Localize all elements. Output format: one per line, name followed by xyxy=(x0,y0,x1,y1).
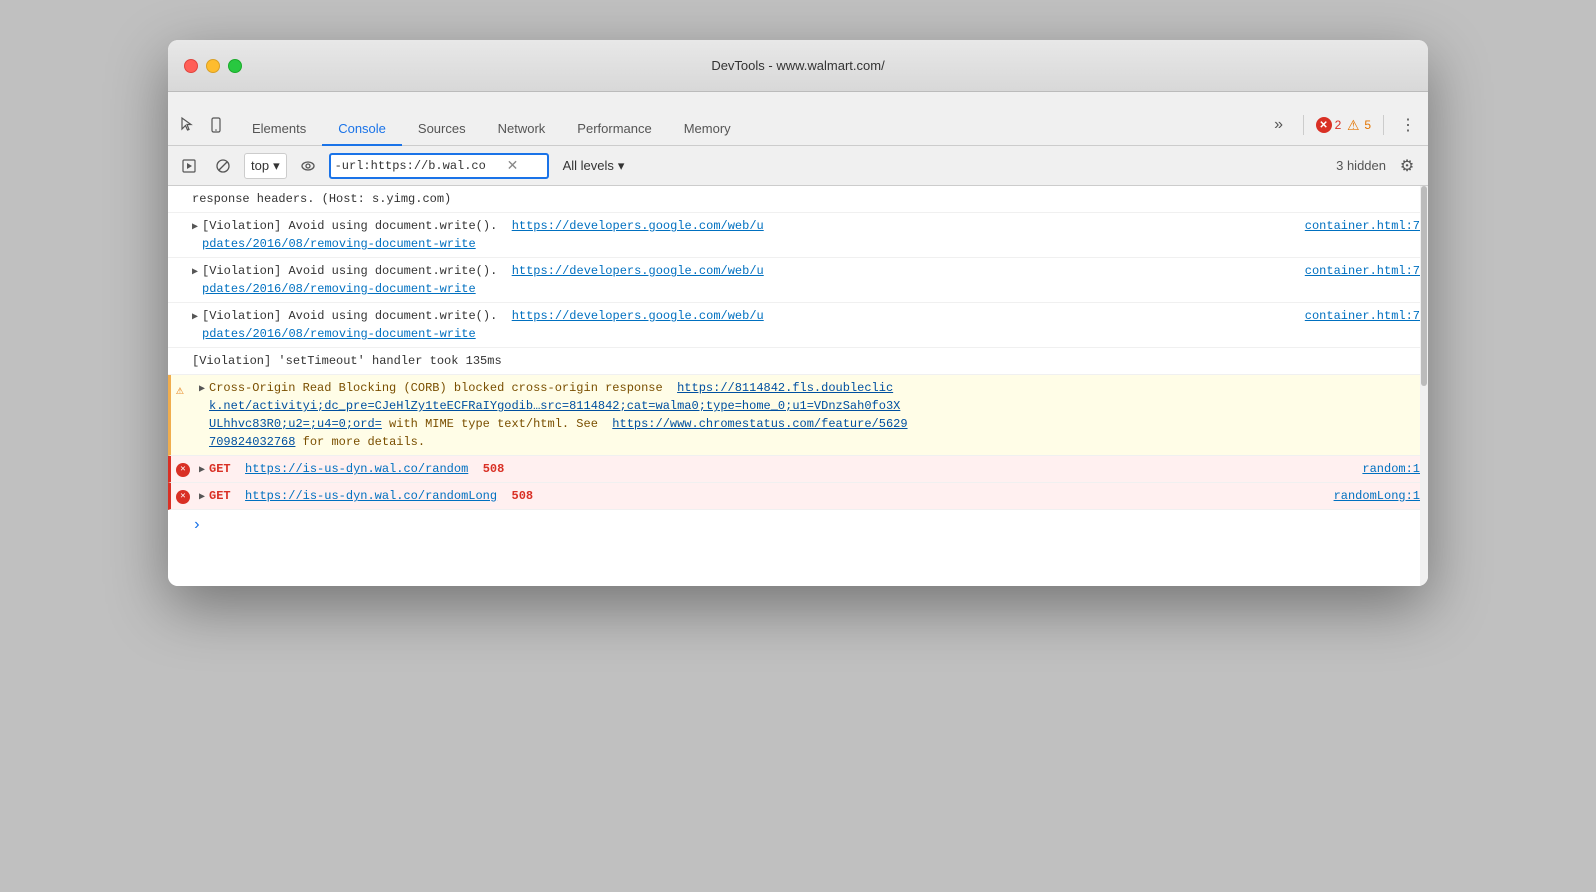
tab-sources[interactable]: Sources xyxy=(402,113,482,146)
scrollbar[interactable] xyxy=(1420,186,1428,586)
entry-text: GET https://is-us-dyn.wal.co/randomLong … xyxy=(209,487,1318,505)
context-selector[interactable]: top ▾ xyxy=(244,153,287,179)
http-status-2: 508 xyxy=(512,489,534,503)
http-method: GET xyxy=(209,462,231,476)
more-tabs-button[interactable]: » xyxy=(1267,113,1291,137)
filter-input-wrapper[interactable]: ✕ xyxy=(329,153,549,179)
error-count[interactable]: ✕ 2 xyxy=(1316,117,1342,133)
warning-count[interactable]: ⚠ 5 xyxy=(1345,117,1371,133)
expand-icon[interactable] xyxy=(199,487,205,505)
console-entry-warning: ⚠ Cross-Origin Read Blocking (CORB) bloc… xyxy=(168,375,1428,456)
corb-link-2[interactable]: k.net/activityi;dc_pre=CJeHlZy1teECFRaIY… xyxy=(209,399,900,413)
tabbar: Elements Console Sources Network Perform… xyxy=(168,92,1428,146)
entry-text: response headers. (Host: s.yimg.com) xyxy=(192,190,1420,208)
console-entry: [Violation] Avoid using document.write()… xyxy=(168,258,1428,303)
close-button[interactable] xyxy=(184,59,198,73)
expand-icon[interactable] xyxy=(192,217,198,235)
expand-icon[interactable] xyxy=(199,460,205,478)
expand-icon[interactable] xyxy=(192,307,198,325)
tab-performance[interactable]: Performance xyxy=(561,113,667,146)
play-button[interactable] xyxy=(176,153,202,179)
filter-input[interactable] xyxy=(335,159,505,173)
warning-icon: ⚠ xyxy=(176,381,184,401)
levels-label: All levels xyxy=(563,158,614,173)
entry-file[interactable]: randomLong:1 xyxy=(1318,487,1420,505)
maximize-button[interactable] xyxy=(228,59,242,73)
expand-icon[interactable] xyxy=(192,262,198,280)
tabbar-right: » ✕ 2 ⚠ 5 ⋮ xyxy=(1267,113,1428,145)
levels-chevron-icon: ▾ xyxy=(618,158,625,174)
error-icon: ✕ xyxy=(1316,117,1332,133)
violation-link-3[interactable]: https://developers.google.com/web/u xyxy=(512,264,764,278)
titlebar: DevTools - www.walmart.com/ xyxy=(168,40,1428,92)
mobile-icon[interactable] xyxy=(204,113,228,137)
cursor-icon[interactable] xyxy=(176,113,200,137)
console-entry: [Violation] Avoid using document.write()… xyxy=(168,303,1428,348)
console-entry: [Violation] Avoid using document.write()… xyxy=(168,213,1428,258)
http-url-2[interactable]: https://is-us-dyn.wal.co/randomLong xyxy=(245,489,497,503)
eye-button[interactable] xyxy=(295,153,321,179)
prompt-icon: › xyxy=(192,516,202,534)
console-output: response headers. (Host: s.yimg.com) [Vi… xyxy=(168,186,1428,586)
divider2 xyxy=(1383,115,1384,135)
error-count-label: 2 xyxy=(1335,118,1342,132)
entry-text: [Violation] Avoid using document.write()… xyxy=(202,217,1289,253)
http-url-1[interactable]: https://is-us-dyn.wal.co/random xyxy=(245,462,468,476)
violation-link-2[interactable]: pdates/2016/08/removing-document-write xyxy=(202,237,476,251)
expand-icon[interactable] xyxy=(199,379,205,397)
log-levels-dropdown[interactable]: All levels ▾ xyxy=(557,153,631,179)
entry-text: [Violation] Avoid using document.write()… xyxy=(202,262,1289,298)
http-status-1: 508 xyxy=(483,462,505,476)
corb-link-3[interactable]: ULhhvc83R0;u2=;u4=0;ord= xyxy=(209,417,382,431)
window-title: DevTools - www.walmart.com/ xyxy=(711,58,884,73)
http-method-2: GET xyxy=(209,489,231,503)
minimize-button[interactable] xyxy=(206,59,220,73)
tab-console[interactable]: Console xyxy=(322,113,402,146)
error-circle-icon: ✕ xyxy=(176,463,190,477)
warning-count-label: 5 xyxy=(1364,118,1371,132)
divider xyxy=(1303,115,1304,135)
tab-elements[interactable]: Elements xyxy=(236,113,322,146)
console-entry-error-1: ✕ GET https://is-us-dyn.wal.co/random 50… xyxy=(168,456,1428,483)
entry-text: Cross-Origin Read Blocking (CORB) blocke… xyxy=(209,379,1420,451)
violation-link-6[interactable]: pdates/2016/08/removing-document-write xyxy=(202,327,476,341)
corb-link-5[interactable]: 709824032768 xyxy=(209,435,295,449)
error-badge: ✕ 2 ⚠ 5 xyxy=(1316,117,1371,133)
entry-file[interactable]: container.html:7 xyxy=(1289,307,1420,325)
corb-link-4[interactable]: https://www.chromestatus.com/feature/562… xyxy=(612,417,907,431)
entry-file[interactable]: container.html:7 xyxy=(1289,262,1420,280)
tabbar-icons xyxy=(176,113,236,145)
violation-link-5[interactable]: https://developers.google.com/web/u xyxy=(512,309,764,323)
violation-link-4[interactable]: pdates/2016/08/removing-document-write xyxy=(202,282,476,296)
entry-text: GET https://is-us-dyn.wal.co/random 508 xyxy=(209,460,1346,478)
warning-icon: ⚠ xyxy=(1345,117,1361,133)
traffic-lights xyxy=(184,59,242,73)
entry-text: [Violation] Avoid using document.write()… xyxy=(202,307,1289,343)
console-settings-button[interactable]: ⚙ xyxy=(1394,153,1420,179)
console-prompt[interactable]: › xyxy=(168,510,1428,540)
tab-memory[interactable]: Memory xyxy=(668,113,747,146)
console-toolbar: top ▾ ✕ All levels ▾ 3 hidden ⚙ xyxy=(168,146,1428,186)
devtools-window: DevTools - www.walmart.com/ Elements Con… xyxy=(168,40,1428,586)
ban-button[interactable] xyxy=(210,153,236,179)
console-entry-error-2: ✕ GET https://is-us-dyn.wal.co/randomLon… xyxy=(168,483,1428,510)
chevron-down-icon: ▾ xyxy=(273,158,280,174)
entry-file[interactable]: container.html:7 xyxy=(1289,217,1420,235)
devtools-settings-button[interactable]: ⋮ xyxy=(1396,113,1420,137)
tab-network[interactable]: Network xyxy=(482,113,562,146)
console-entry: response headers. (Host: s.yimg.com) xyxy=(168,186,1428,213)
hidden-count: 3 hidden xyxy=(1336,158,1386,173)
corb-link-1[interactable]: https://8114842.fls.doubleclic xyxy=(677,381,893,395)
violation-link-1[interactable]: https://developers.google.com/web/u xyxy=(512,219,764,233)
context-label: top xyxy=(251,158,269,173)
scrollbar-thumb[interactable] xyxy=(1421,186,1427,386)
entry-file[interactable]: random:1 xyxy=(1346,460,1420,478)
filter-clear-button[interactable]: ✕ xyxy=(505,157,521,174)
error-circle-icon-2: ✕ xyxy=(176,490,190,504)
console-entry: [Violation] 'setTimeout' handler took 13… xyxy=(168,348,1428,375)
entry-text: [Violation] 'setTimeout' handler took 13… xyxy=(192,352,1420,370)
